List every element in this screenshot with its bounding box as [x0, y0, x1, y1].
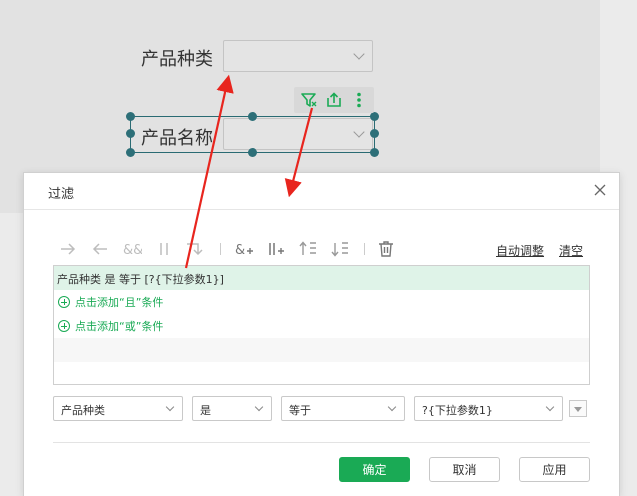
- chevron-down-icon: [353, 48, 365, 60]
- operator-select-value: 等于: [289, 404, 311, 417]
- resize-handle[interactable]: [370, 148, 379, 157]
- toolbar-separator: [364, 243, 365, 255]
- resize-handle[interactable]: [126, 148, 135, 157]
- close-icon[interactable]: [593, 183, 607, 197]
- resize-handle[interactable]: [126, 129, 135, 138]
- or-icon[interactable]: [154, 239, 174, 259]
- resize-handle[interactable]: [370, 112, 379, 121]
- plus-circle-icon: [58, 296, 70, 308]
- dialog-header-divider: [24, 209, 619, 210]
- arrow-right-icon[interactable]: [58, 239, 78, 259]
- condition-text: 产品种类 是 等于 [?{下拉参数1}]: [57, 273, 224, 286]
- clear-link[interactable]: 清空: [559, 242, 583, 259]
- resize-handle[interactable]: [370, 129, 379, 138]
- toolbar-separator: [220, 243, 221, 255]
- add-and-icon[interactable]: &: [234, 239, 254, 259]
- and-icon[interactable]: &&: [122, 239, 143, 259]
- chevron-down-icon: [387, 402, 397, 412]
- more-vertical-icon[interactable]: [350, 91, 368, 109]
- resize-handle[interactable]: [248, 148, 257, 157]
- relation-select-value: 是: [200, 404, 211, 417]
- field-select[interactable]: 产品种类: [53, 396, 183, 421]
- list-item: 点击添加“或”条件: [54, 314, 589, 338]
- add-or-label: 点击添加“或”条件: [75, 320, 164, 333]
- relation-select[interactable]: 是: [192, 396, 272, 421]
- ok-button[interactable]: 确定: [339, 457, 410, 482]
- operator-select[interactable]: 等于: [281, 396, 405, 421]
- apply-button[interactable]: 应用: [519, 457, 590, 482]
- filter-dialog: 过滤 && & 自动调整 清空 产品种类 是 等于 [?{下拉参数1}] 点击添…: [23, 172, 620, 496]
- chevron-down-icon: [165, 402, 175, 412]
- move-down-icon[interactable]: [330, 239, 350, 259]
- add-and-label: 点击添加“且”条件: [75, 296, 164, 309]
- field-select-value: 产品种类: [61, 404, 105, 417]
- value-type-dropdown[interactable]: [569, 400, 587, 417]
- category-label: 产品种类: [141, 49, 213, 70]
- category-dropdown[interactable]: [223, 40, 373, 72]
- chevron-down-icon: [545, 402, 555, 412]
- value-select-value: ?{下拉参数1}: [422, 404, 493, 417]
- widget-toolbar: [294, 87, 374, 113]
- condition-list: 产品种类 是 等于 [?{下拉参数1}] 点击添加“且”条件 点击添加“或”条件: [53, 265, 590, 385]
- delete-icon[interactable]: [376, 239, 396, 259]
- add-or-condition-button[interactable]: 点击添加“或”条件: [58, 318, 163, 334]
- add-or-icon[interactable]: [266, 239, 286, 259]
- arrow-left-icon[interactable]: [90, 239, 110, 259]
- dialog-title: 过滤: [48, 187, 75, 202]
- value-select[interactable]: ?{下拉参数1}: [414, 396, 563, 421]
- filter-icon[interactable]: [300, 91, 318, 109]
- wrap-icon[interactable]: [184, 239, 204, 259]
- list-item: [54, 338, 589, 362]
- add-and-condition-button[interactable]: 点击添加“且”条件: [58, 294, 163, 310]
- cancel-button[interactable]: 取消: [429, 457, 500, 482]
- resize-handle[interactable]: [248, 112, 257, 121]
- list-item: 点击添加“且”条件: [54, 290, 589, 314]
- plus-circle-icon: [58, 320, 70, 332]
- resize-handle[interactable]: [126, 112, 135, 121]
- move-up-icon[interactable]: [298, 239, 318, 259]
- caret-down-icon: [574, 407, 582, 412]
- chevron-down-icon: [254, 402, 264, 412]
- export-icon[interactable]: [325, 91, 343, 109]
- svg-text:&: &: [235, 243, 245, 258]
- footer-divider: [53, 442, 590, 443]
- auto-adjust-link[interactable]: 自动调整: [496, 242, 544, 259]
- svg-text:&&: &&: [123, 243, 142, 258]
- condition-row[interactable]: 产品种类 是 等于 [?{下拉参数1}]: [54, 266, 589, 290]
